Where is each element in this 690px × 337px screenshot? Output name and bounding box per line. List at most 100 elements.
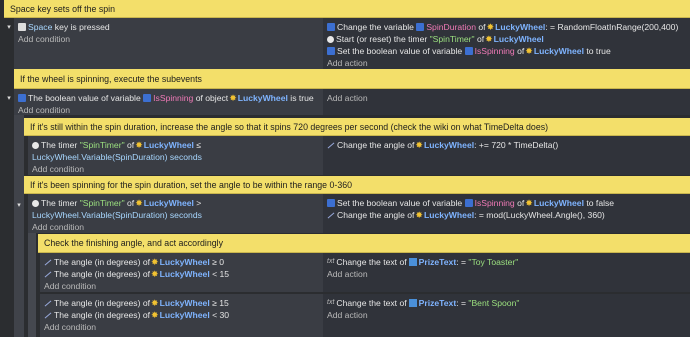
timer-icon [32,141,39,149]
action-start-timer[interactable]: Start (or reset) the timer "SpinTimer" o… [327,33,686,45]
text-icon: txt [327,299,335,306]
star-icon: ✸ [151,269,159,279]
condition-angle[interactable]: The angle (in degrees) of ✸ LuckyWheel < 3… [44,309,319,321]
object-name: LuckyWheel [159,310,210,320]
variable-name: IsSpinning [153,93,194,103]
action-set-boolean[interactable]: Set the boolean value of variable IsSpin… [327,45,686,57]
star-icon: ✸ [525,46,533,56]
action-text: Set the boolean value of variable [337,198,463,208]
add-action-link[interactable]: Add action [327,268,686,280]
subevents-indent [28,233,36,337]
object-name: LuckyWheel [159,298,210,308]
comment-event[interactable]: If it's been spinning for the spin durat… [24,176,690,194]
add-condition-link[interactable]: Add condition [44,321,319,333]
condition-timer[interactable]: The timer "SpinTimer" of ✸ LuckyWheel > [32,197,319,209]
collapse-toggle[interactable]: ▾ [5,95,13,103]
conditions-panel[interactable]: Space key is pressed Add condition [14,18,323,69]
comment-event[interactable]: If it's still within the spin duration, … [24,118,690,136]
expression: : = mod(LuckyWheel.Angle(), 360) [474,210,605,220]
variable-icon [327,23,335,31]
add-condition-link[interactable]: Add condition [32,221,319,233]
of-text: of [476,34,485,44]
conditions-panel[interactable]: The angle (in degrees) of ✸ LuckyWheel ≥ 0… [40,253,323,292]
conditions-panel[interactable]: The timer "SpinTimer" of ✸ LuckyWheel > Lu… [28,194,323,233]
action-text: Change the angle of [337,140,415,150]
object-name: LuckyWheel [143,198,194,208]
actions-panel[interactable]: Set the boolean value of variable IsSpin… [323,194,690,233]
actions-panel[interactable]: Add action [323,89,690,115]
timer-icon [32,199,39,207]
comment-text: Space key sets off the spin [10,3,115,14]
variable-icon [464,199,473,207]
string-value: "Bent Spoon" [468,298,520,308]
variable-icon [18,94,26,102]
variable-icon [464,47,473,55]
star-icon: ✸ [486,22,495,32]
comment-event[interactable]: If the wheel is spinning, execute the su… [14,69,690,89]
condition-boolean-variable[interactable]: The boolean value of variable IsSpinning… [18,92,319,104]
comment-event[interactable]: Space key sets off the spin [4,0,690,18]
star-icon: ✸ [151,298,159,308]
text-object-icon [408,258,417,266]
object-name: LuckyWheel [493,34,544,44]
object-name: LuckyWheel [159,257,210,267]
comment-event[interactable]: Check the finishing angle, and act accor… [38,234,690,253]
of-text: of object [195,93,229,103]
operator: ≤ [196,140,202,150]
star-icon: ✸ [229,93,237,103]
conditions-panel[interactable]: The boolean value of variable IsSpinning… [14,89,323,115]
action-change-variable[interactable]: Change the variable SpinDuration of ✸ Luck… [327,21,686,33]
add-condition-link[interactable]: Add condition [18,33,319,45]
action-text: Change the text of [336,298,407,308]
star-icon: ✸ [135,198,143,208]
timer-name: "SpinTimer" [79,198,125,208]
timer-icon [327,35,334,43]
conditions-panel[interactable]: The timer "SpinTimer" of ✸ LuckyWheel ≤ Lu… [28,136,323,175]
condition-angle[interactable]: The angle (in degrees) of ✸ LuckyWheel < 1… [44,268,319,280]
condition-line2: LuckyWheel.Variable(SpinDuration) second… [32,209,319,221]
condition-text: The boolean value of variable [28,93,141,103]
comment-text: If it's been spinning for the spin durat… [30,179,353,190]
add-action-link[interactable]: Add action [327,57,686,69]
condition-key-pressed[interactable]: Space key is pressed [18,21,319,33]
add-action-link[interactable]: Add action [327,92,686,104]
action-text: Change the variable [337,22,414,32]
actions-panel[interactable]: txt Change the text of PrizeText: = "Toy … [323,253,690,292]
of-text: of [517,198,525,208]
add-condition-link[interactable]: Add condition [18,104,319,116]
variable-name: IsSpinning [474,46,515,56]
condition-line2: LuckyWheel.Variable(SpinDuration) second… [32,151,319,163]
comment-text: Check the finishing angle, and act accor… [44,238,223,248]
condition-angle[interactable]: The angle (in degrees) of ✸ LuckyWheel ≥ 0 [44,256,319,268]
object-name: LuckyWheel [159,269,210,279]
add-action-link[interactable]: Add action [327,309,686,321]
variable-icon [327,47,335,55]
variable-icon [327,199,335,207]
angle-icon [44,270,52,278]
object-name: LuckyWheel [143,140,194,150]
actions-panel[interactable]: txt Change the text of PrizeText: = "Bent… [323,294,690,337]
object-name: LuckyWheel [423,210,475,220]
condition-text: The angle (in degrees) of [54,298,151,308]
condition-timer[interactable]: The timer "SpinTimer" of ✸ LuckyWheel ≤ [32,139,319,151]
actions-panel[interactable]: Change the variable SpinDuration of ✸ Luck… [323,18,690,69]
star-icon: ✸ [415,210,423,220]
condition-angle[interactable]: The angle (in degrees) of ✸ LuckyWheel ≥ 1… [44,297,319,309]
actions-panel[interactable]: Change the angle of ✸ LuckyWheel: += 720 *… [323,136,690,175]
subevents-indent [14,115,24,337]
collapse-toggle[interactable]: ▾ [5,24,13,32]
object-name: LuckyWheel [533,198,584,208]
value-text: to false [586,198,615,208]
add-condition-link[interactable]: Add condition [32,163,319,175]
action-change-text[interactable]: txt Change the text of PrizeText: = "Bent… [327,297,686,309]
star-icon: ✸ [415,140,423,150]
object-name: LuckyWheel [533,46,584,56]
collapse-toggle[interactable]: ▾ [15,202,23,210]
action-change-text[interactable]: txt Change the text of PrizeText: = "Toy … [327,256,686,268]
action-change-angle[interactable]: Change the angle of ✸ LuckyWheel: = mod(Lu… [327,209,686,221]
action-change-angle[interactable]: Change the angle of ✸ LuckyWheel: += 720 *… [327,139,686,151]
action-set-boolean[interactable]: Set the boolean value of variable IsSpin… [327,197,686,209]
add-condition-link[interactable]: Add condition [44,280,319,292]
string-value: "Toy Toaster" [468,257,519,267]
conditions-panel[interactable]: The angle (in degrees) of ✸ LuckyWheel ≥ 1… [40,294,323,337]
